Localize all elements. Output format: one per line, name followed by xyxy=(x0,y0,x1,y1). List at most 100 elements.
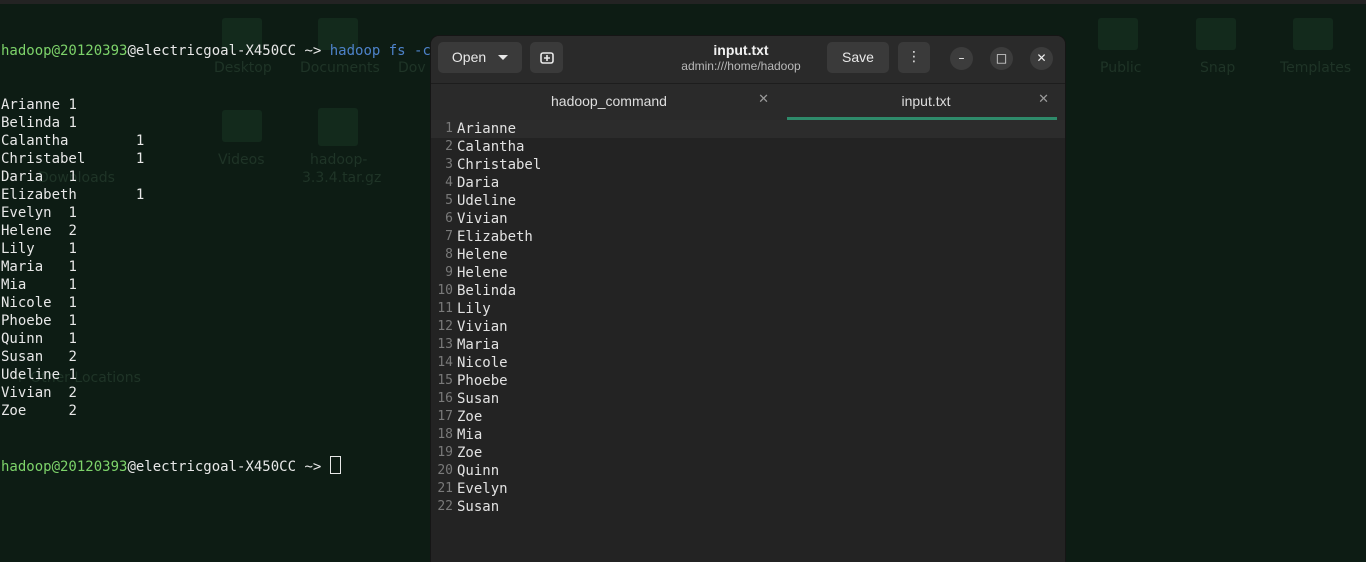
tab-input-txt[interactable]: input.txt ✕ xyxy=(787,84,1065,120)
output-word: Arianne xyxy=(1,97,61,113)
line-number: 2 xyxy=(445,139,453,154)
code-line[interactable]: Calantha xyxy=(457,138,541,156)
output-word: Elizabeth xyxy=(1,187,77,203)
ghost-templates-label: Templates xyxy=(1280,60,1352,76)
minimize-icon[interactable]: – xyxy=(950,47,973,70)
code-line[interactable]: Phoebe xyxy=(457,372,541,390)
ghost-folder-icon xyxy=(1196,18,1236,50)
line-number: 14 xyxy=(437,355,453,370)
line-number: 22 xyxy=(437,499,453,514)
output-word: Vivian xyxy=(1,385,52,401)
code-line[interactable]: Susan xyxy=(457,390,541,408)
open-button[interactable]: Open xyxy=(438,42,522,73)
code-line[interactable]: Belinda xyxy=(457,282,541,300)
output-word: Belinda xyxy=(1,115,61,131)
prompt-user: hadoop@20120393 xyxy=(1,459,128,475)
tab-label: hadoop_command xyxy=(551,93,667,109)
code-line[interactable]: Mia xyxy=(457,426,541,444)
output-count: 1 xyxy=(135,133,145,149)
line-number: 11 xyxy=(437,301,453,316)
ghost-folder-icon xyxy=(1293,18,1333,50)
code-line[interactable]: Arianne xyxy=(457,120,541,138)
code-line[interactable]: Vivian xyxy=(457,318,541,336)
output-count: 2 xyxy=(68,385,77,401)
text-editor-window[interactable]: Open input.txt admin:///home/hadoop Save… xyxy=(431,36,1065,562)
output-count: 1 xyxy=(68,97,77,113)
line-number: 6 xyxy=(445,211,453,226)
chevron-down-icon xyxy=(498,55,509,60)
code-line[interactable]: Quinn xyxy=(457,462,541,480)
output-word: Evelyn xyxy=(1,205,52,221)
output-word: Helene xyxy=(1,223,52,239)
output-word: Mia xyxy=(1,277,27,293)
line-number: 15 xyxy=(437,373,453,388)
close-icon[interactable]: ✕ xyxy=(1030,47,1053,70)
output-count: 1 xyxy=(68,241,77,257)
ghost-public-label: Public xyxy=(1100,60,1142,76)
prompt-separator: ~> xyxy=(296,43,330,59)
text-cursor xyxy=(329,456,341,474)
output-count: 1 xyxy=(68,367,77,383)
tab-bar: hadoop_command ✕ input.txt ✕ xyxy=(431,83,1065,120)
save-button[interactable]: Save xyxy=(827,42,889,73)
output-word: Lily xyxy=(1,241,35,257)
line-number: 4 xyxy=(445,175,453,190)
output-word: Phoebe xyxy=(1,313,52,329)
output-count: 2 xyxy=(68,223,77,239)
prompt-host: @electricgoal-X450CC xyxy=(127,459,297,475)
code-line[interactable]: Zoe xyxy=(457,444,541,462)
output-word: Zoe xyxy=(1,403,27,419)
line-number: 5 xyxy=(445,193,453,208)
line-number: 7 xyxy=(445,229,453,244)
code-line[interactable]: Nicole xyxy=(457,354,541,372)
code-line[interactable]: Evelyn xyxy=(457,480,541,498)
line-number: 19 xyxy=(437,445,453,460)
code-line[interactable]: Christabel xyxy=(457,156,541,174)
output-count: 1 xyxy=(68,277,77,293)
new-document-icon xyxy=(539,52,554,64)
output-word: Susan xyxy=(1,349,44,365)
line-number: 20 xyxy=(437,463,453,478)
output-count: 1 xyxy=(68,331,77,347)
output-word: Maria xyxy=(1,259,44,275)
output-count: 1 xyxy=(68,313,77,329)
code-line[interactable]: Vivian xyxy=(457,210,541,228)
output-word: Daria xyxy=(1,169,44,185)
code-line[interactable]: Susan xyxy=(457,498,541,516)
output-count: 1 xyxy=(68,115,77,131)
maximize-icon[interactable]: □ xyxy=(990,47,1013,70)
editor-headerbar: Open input.txt admin:///home/hadoop Save… xyxy=(431,36,1065,83)
line-number: 10 xyxy=(437,283,453,298)
tab-hadoop-command[interactable]: hadoop_command ✕ xyxy=(431,84,787,120)
tab-close-icon[interactable]: ✕ xyxy=(758,92,769,107)
menu-kebab-icon[interactable]: ⋮ xyxy=(898,42,930,73)
text-area[interactable]: Arianne Calantha Christabel Daria Udeline Viv… xyxy=(457,120,541,516)
code-line[interactable]: Daria xyxy=(457,174,541,192)
line-number-gutter: 1 2 3 4 5 6 7 8 9 10 11 12 13 14 15 16 17 18 19 20 21 22 xyxy=(431,120,453,516)
code-line[interactable]: Maria xyxy=(457,336,541,354)
line-number: 13 xyxy=(437,337,453,352)
output-word: Christabel xyxy=(1,151,86,167)
ghost-snap-label: Snap xyxy=(1200,60,1236,76)
output-count: 1 xyxy=(68,295,77,311)
line-number: 17 xyxy=(437,409,453,424)
ghost-folder-icon xyxy=(1098,18,1138,50)
code-line[interactable]: Elizabeth xyxy=(457,228,541,246)
prompt-separator: ~> xyxy=(296,459,330,475)
code-line[interactable]: Helene xyxy=(457,246,541,264)
output-word: Nicole xyxy=(1,295,52,311)
prompt-host: @electricgoal-X450CC xyxy=(127,43,297,59)
new-tab-button[interactable] xyxy=(530,42,563,73)
tab-close-icon[interactable]: ✕ xyxy=(1038,92,1049,107)
code-line[interactable]: Udeline xyxy=(457,192,541,210)
code-line[interactable]: Lily xyxy=(457,300,541,318)
code-line[interactable]: Zoe xyxy=(457,408,541,426)
output-word: Calantha xyxy=(1,133,69,149)
line-number: 18 xyxy=(437,427,453,442)
top-bar xyxy=(0,0,1366,4)
output-count: 1 xyxy=(68,169,77,185)
line-number: 12 xyxy=(437,319,453,334)
output-count: 1 xyxy=(135,151,145,167)
line-number: 21 xyxy=(437,481,453,496)
code-line[interactable]: Helene xyxy=(457,264,541,282)
